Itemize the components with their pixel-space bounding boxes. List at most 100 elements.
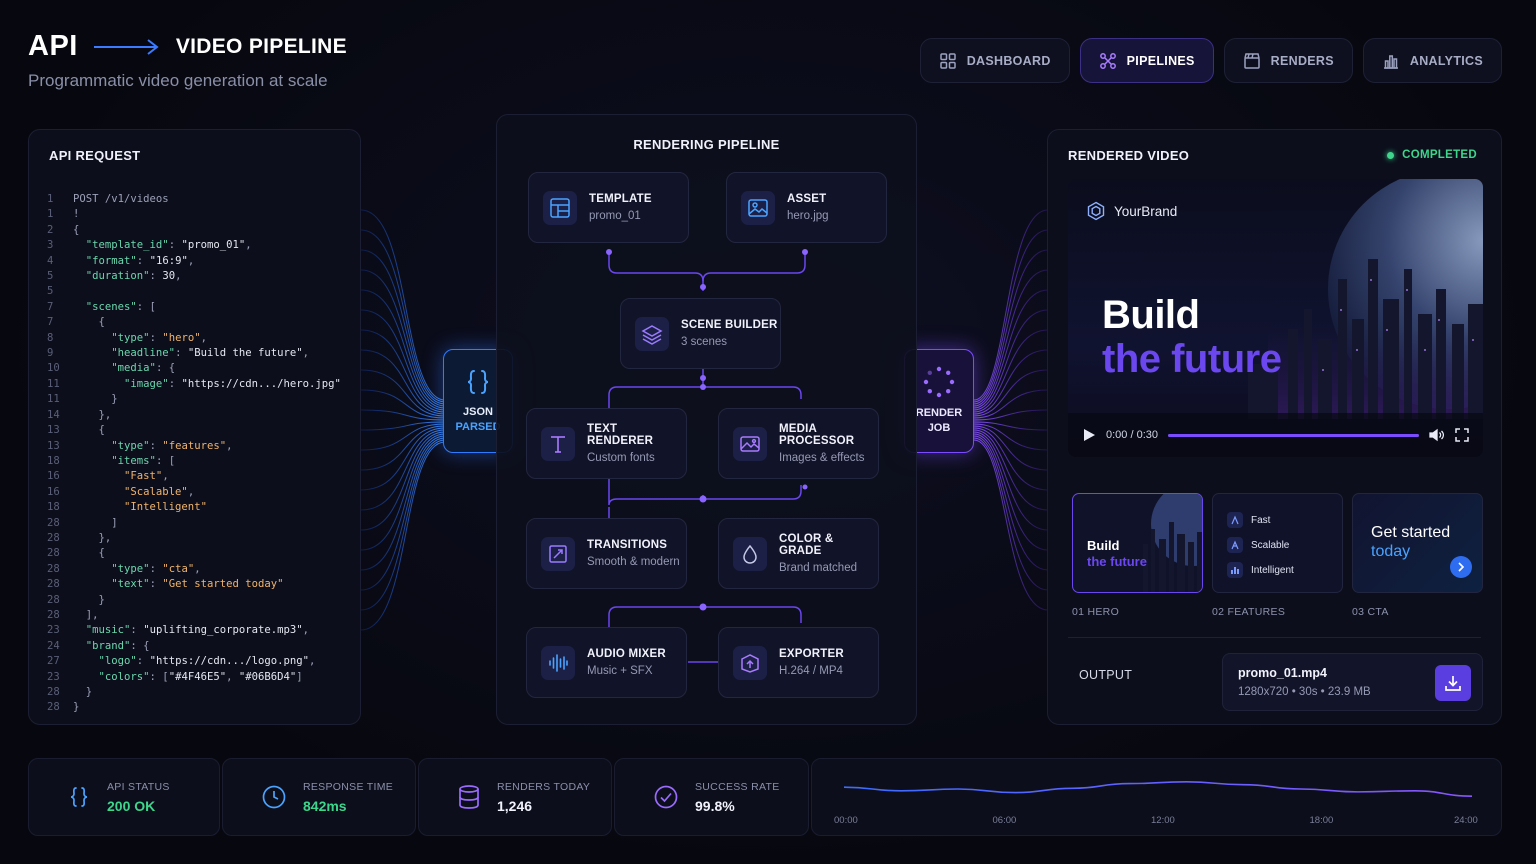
play-icon[interactable] — [1082, 428, 1096, 442]
transitions-node[interactable]: TRANSITIONS Smooth & modern — [526, 518, 687, 589]
node-title: COLOR & GRADE — [779, 533, 834, 557]
line-number: 23 — [47, 624, 60, 637]
line-number: 13 — [47, 439, 60, 452]
nav-renders[interactable]: RENDERS — [1223, 38, 1353, 83]
video-player[interactable]: YourBrand Build the future 0:00 / 0:30 — [1068, 179, 1483, 457]
stat-api-status: API STATUS 200 OK — [28, 758, 220, 836]
title-video-pipeline: VIDEO PIPELINE — [175, 34, 347, 58]
hexagon-logo-icon — [1087, 201, 1105, 221]
grid-icon — [939, 52, 956, 69]
request-code-editor[interactable]: 1 POST /v1/videos 1! 2{3 "template_id": "pr… — [47, 192, 341, 716]
status-dot-icon — [1387, 151, 1395, 159]
output-label: OUTPUT — [1079, 668, 1133, 682]
code-line: 11 "image": "https://cdn.../hero.jpg" — [47, 377, 341, 392]
line-number: 28 — [47, 608, 60, 621]
job-label: JOB — [927, 422, 951, 434]
download-button[interactable] — [1435, 665, 1471, 701]
code-line: 28 } — [47, 685, 341, 700]
template-node[interactable]: TEMPLATE promo_01 — [528, 172, 689, 243]
exporter-node[interactable]: EXPORTER H.264 / MP4 — [718, 627, 879, 698]
nav-dashboard[interactable]: DASHBOARD — [919, 38, 1070, 83]
line-number: 28 — [47, 578, 60, 591]
code-line: 28 { — [47, 546, 341, 561]
scene-label: 01 HERO — [1072, 606, 1120, 618]
top-nav: DASHBOARD PIPELINES RENDERS ANALYTICS — [919, 38, 1502, 83]
stat-value: 99.8% — [695, 797, 735, 814]
node-title: EXPORTER — [779, 648, 844, 660]
code-text: ], — [85, 608, 99, 621]
player-controls: 0:00 / 0:30 — [1068, 413, 1483, 457]
media-processor-node[interactable]: MEDIA PROCESSOR Images & effects — [718, 408, 879, 479]
code-text: "format": "16:9", — [85, 254, 195, 267]
database-icon — [459, 785, 479, 809]
node-sub: 3 scenes — [681, 336, 728, 348]
line-number: 13 — [47, 424, 60, 437]
node-title: ASSET — [787, 193, 827, 205]
nav-pipelines[interactable]: PIPELINES — [1079, 38, 1214, 83]
panel-title: RENDERED VIDEO — [1068, 148, 1190, 163]
line-number: 4 — [47, 254, 54, 267]
code-text: } — [111, 393, 118, 406]
scene-builder-node[interactable]: SCENE BUILDER 3 scenes — [620, 298, 781, 369]
scene-thumb-hero[interactable]: Build the future 01 HERO — [1072, 493, 1203, 618]
seek-bar[interactable] — [1168, 433, 1419, 437]
scene-thumb-features[interactable]: Fast Scalable Intelligent 02 FEATURES — [1212, 493, 1343, 618]
code-line: 28 "text": "Get started today" — [47, 577, 341, 592]
line-number: 7 — [47, 316, 54, 329]
scene-thumbnails: Build the future 01 HERO Fast Scalable I… — [1072, 493, 1483, 618]
stat-label: API STATUS — [107, 780, 170, 793]
text-renderer-node[interactable]: TEXT RENDERER Custom fonts — [526, 408, 687, 479]
code-line: 1! — [47, 207, 341, 222]
loading-spinner-icon — [923, 366, 955, 398]
code-line: 28 } — [47, 593, 341, 608]
code-line: 28 }, — [47, 531, 341, 546]
code-line: 3 "template_id": "promo_01", — [47, 238, 341, 253]
audio-mixer-node[interactable]: AUDIO MIXER Music + SFX — [526, 627, 687, 698]
line-number: 10 — [47, 362, 60, 375]
line-number: 3 — [47, 239, 54, 252]
seek-bar-fill — [1168, 433, 1419, 437]
code-text: "text": "Get started today" — [111, 578, 284, 591]
nav-analytics[interactable]: ANALYTICS — [1362, 38, 1502, 83]
layout-template-icon — [550, 197, 570, 218]
code-text: "Fast", — [124, 470, 169, 483]
package-export-icon — [741, 653, 759, 673]
code-line: 24 "brand": { — [47, 639, 341, 654]
cta-arrow-icon — [1450, 556, 1472, 578]
line-number: 28 — [47, 593, 60, 606]
stat-renders-today: RENDERS TODAY 1,246 — [418, 758, 612, 836]
line-number: 2 — [47, 223, 54, 236]
brand-name: YourBrand — [1114, 203, 1178, 219]
code-line: 28 ], — [47, 608, 341, 623]
image-effects-icon — [740, 435, 760, 452]
cta-line1: Get started — [1371, 524, 1451, 541]
volume-icon[interactable] — [1429, 428, 1445, 442]
code-line: 7 { — [47, 315, 341, 330]
code-text: "colors": ["#4F46E5", "#06B6D4"] — [98, 670, 303, 683]
thumb-line2: the future — [1087, 554, 1147, 569]
bolt-icon — [1231, 515, 1239, 525]
braces-icon — [467, 370, 489, 394]
nav-label: PIPELINES — [1126, 53, 1195, 68]
line-number: 18 — [47, 454, 60, 467]
asset-node[interactable]: ASSET hero.jpg — [726, 172, 887, 243]
arrow-right-icon — [93, 38, 159, 55]
scene-thumb-cta[interactable]: Get started today 03 CTA — [1352, 493, 1483, 618]
node-sub: Music + SFX — [587, 665, 653, 677]
code-line: 16 "Scalable", — [47, 485, 341, 500]
nav-label: ANALYTICS — [1409, 53, 1483, 68]
code-line: 10 "media": { — [47, 361, 341, 376]
line-number: 14 — [47, 408, 60, 421]
line-number: 27 — [47, 655, 60, 668]
text-t-icon — [551, 435, 565, 453]
file-name: promo_01.mp4 — [1238, 666, 1327, 680]
output-file-card: promo_01.mp4 1280x720 • 30s • 23.9 MB — [1222, 653, 1483, 711]
node-title: MEDIA PROCESSOR — [779, 423, 855, 447]
page-header: API VIDEO PIPELINE Programmatic video ge… — [28, 30, 347, 91]
color-grade-node[interactable]: COLOR & GRADE Brand matched — [718, 518, 879, 589]
fullscreen-icon[interactable] — [1455, 428, 1469, 442]
feature-item: Fast — [1227, 512, 1270, 528]
code-text: { — [98, 424, 105, 437]
brand-logo: YourBrand — [1086, 201, 1177, 221]
nav-label: DASHBOARD — [966, 53, 1051, 68]
